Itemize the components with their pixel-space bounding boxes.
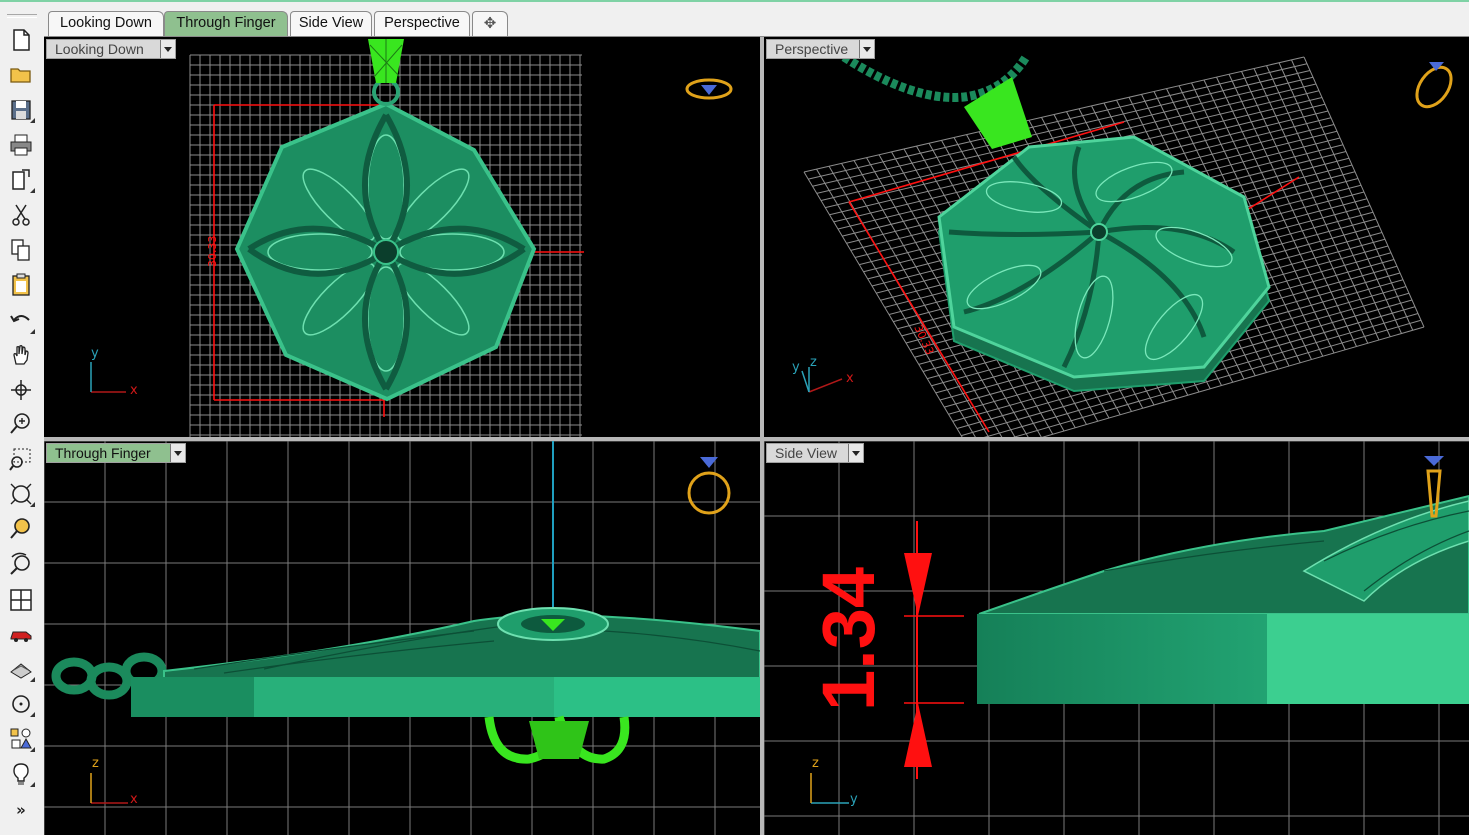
copy-icon[interactable]	[4, 234, 38, 266]
tab-side-view[interactable]: Side View	[290, 11, 372, 36]
pendant-top-view	[234, 39, 537, 402]
add-tab-button[interactable]: ✥	[472, 11, 508, 36]
paste-icon[interactable]	[4, 269, 38, 301]
viewport-menu-caret[interactable]	[160, 40, 175, 58]
viewport-label-looking-down[interactable]: Looking Down	[46, 39, 176, 59]
side-view-scene: 1.34	[764, 441, 1469, 835]
viewport-perspective[interactable]: 30.33 Perspective y z x	[764, 37, 1469, 437]
zoom-window-icon[interactable]	[4, 443, 38, 475]
ring-orientation-icon	[687, 457, 731, 515]
looking-down-scene: 30.33	[90, 39, 733, 437]
render-icon[interactable]	[4, 653, 38, 685]
viewport-looking-down[interactable]: 30.33 Looking Down y x	[44, 37, 760, 437]
bail	[964, 77, 1032, 149]
pendant-side-profile	[977, 494, 1469, 704]
axis-indicator	[801, 367, 843, 393]
axis-indicator	[810, 773, 849, 804]
axis-z-label: z	[92, 756, 99, 771]
tab-through-finger[interactable]: Through Finger	[164, 11, 288, 36]
cut-icon[interactable]	[4, 199, 38, 231]
through-finger-scene	[44, 441, 760, 835]
export-icon[interactable]	[4, 164, 38, 196]
car-icon[interactable]	[4, 618, 38, 650]
viewport-splitter-vertical[interactable]	[760, 37, 764, 835]
pendant-side-profile	[131, 607, 760, 764]
axis-indicator	[90, 362, 126, 393]
viewport-splitter-horizontal[interactable]	[44, 437, 1469, 441]
zoom-icon[interactable]	[4, 408, 38, 440]
pan-hand-icon[interactable]	[4, 339, 38, 371]
ring-orientation-icon	[685, 78, 733, 100]
left-toolbar: »	[0, 2, 45, 835]
axis-indicator	[90, 773, 128, 804]
ring-orientation-icon	[1415, 62, 1453, 109]
save-icon[interactable]	[4, 94, 38, 126]
print-icon[interactable]	[4, 129, 38, 161]
axis-x-label: x	[846, 371, 854, 386]
viewport-through-finger[interactable]: Through Finger z x	[44, 441, 760, 835]
zoom-extents-icon[interactable]	[4, 478, 38, 510]
viewport-tab-bar: Looking Down Through Finger Side View Pe…	[44, 2, 1469, 37]
rotate-view-icon[interactable]	[4, 374, 38, 406]
viewport-label-perspective[interactable]: Perspective	[766, 39, 875, 59]
axis-y-label: y	[792, 360, 800, 375]
open-folder-icon[interactable]	[4, 59, 38, 91]
axis-y-label: y	[850, 792, 858, 807]
viewport-label-side-view[interactable]: Side View	[766, 443, 864, 463]
viewport-menu-caret[interactable]	[170, 444, 185, 462]
four-viewports-icon[interactable]	[4, 584, 38, 616]
axis-z-label: z	[812, 756, 819, 771]
viewport-side-view[interactable]: 1.34 Side View z y	[764, 441, 1469, 835]
viewport-menu-caret[interactable]	[848, 444, 863, 462]
lightbulb-icon[interactable]	[4, 758, 38, 790]
toolbar-grip[interactable]	[7, 14, 37, 18]
axis-x-label: x	[130, 792, 138, 807]
circle-icon[interactable]	[4, 688, 38, 720]
tab-looking-down[interactable]: Looking Down	[48, 11, 164, 36]
shapes-icon[interactable]	[4, 723, 38, 755]
axis-z-label: z	[810, 355, 817, 370]
dimension-text-top: 30.33	[206, 236, 219, 268]
new-document-icon[interactable]	[4, 24, 38, 56]
toolbar-more-button[interactable]: »	[4, 798, 38, 822]
perspective-scene: 30.33	[801, 53, 1453, 437]
viewport-label-through-finger[interactable]: Through Finger	[46, 443, 186, 463]
undo-icon[interactable]	[4, 305, 38, 337]
viewport-menu-caret[interactable]	[859, 40, 874, 58]
axis-x-label: x	[130, 383, 138, 398]
tab-perspective[interactable]: Perspective	[374, 11, 470, 36]
thickness-dimension	[904, 521, 964, 779]
zoom-selected-icon[interactable]	[4, 513, 38, 545]
axis-y-label: y	[91, 346, 99, 361]
dimension-text-side: 1.34	[807, 567, 890, 711]
rotate-camera-icon[interactable]	[4, 548, 38, 580]
